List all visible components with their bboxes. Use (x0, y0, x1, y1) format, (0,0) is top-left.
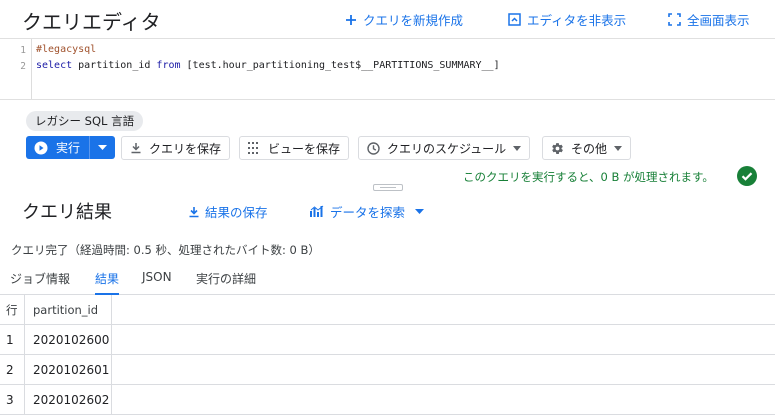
schedule-query-button[interactable]: クエリのスケジュール (358, 136, 531, 160)
save-results-button[interactable]: 結果の保存 (188, 202, 268, 221)
grid-icon (248, 142, 258, 154)
from-keyword: from (156, 60, 181, 71)
save-query-button[interactable]: クエリを保存 (121, 136, 231, 160)
line-number: 2 (20, 61, 26, 72)
caret-down-icon (614, 145, 623, 151)
new-query-label: クエリを新規作成 (363, 13, 464, 28)
code-line-2: select partition_id from [test.hour_part… (36, 60, 500, 71)
download-icon (131, 143, 141, 154)
tab-results[interactable]: 結果 (95, 270, 120, 295)
new-query-button[interactable]: クエリを新規作成 (345, 10, 463, 29)
download-icon (189, 206, 199, 217)
caret-down-icon (513, 145, 522, 151)
sql-dialect-chip: レガシー SQL 言語 (26, 111, 144, 131)
hide-editor-button[interactable]: エディタを非表示 (508, 10, 626, 29)
plus-icon (346, 14, 356, 25)
results-tabs: ジョブ情報 結果 JSON 実行の詳細 (0, 262, 775, 295)
save-query-label: クエリを保存 (149, 141, 222, 156)
fullscreen-label: 全画面表示 (687, 13, 750, 28)
job-summary: クエリ完了（経過時間: 0.5 秒、処理されたバイト数: 0 B） (11, 243, 320, 257)
table-name: [test.hour_partitioning_test$__PARTITION… (180, 60, 500, 71)
row-number: 2 (6, 362, 14, 377)
table-row: 1 2020102600 (0, 325, 775, 355)
caret-down-icon (415, 209, 425, 214)
tab-execution-details[interactable]: 実行の詳細 (196, 270, 256, 287)
save-results-label: 結果の保存 (205, 205, 268, 220)
run-label: 実行 (56, 141, 81, 155)
code-line-1: #legacysql (36, 44, 96, 55)
collapse-icon (508, 13, 521, 26)
tab-json[interactable]: JSON (142, 270, 172, 284)
hide-editor-label: エディタを非表示 (527, 13, 627, 28)
more-button[interactable]: その他 (542, 136, 632, 160)
more-label: その他 (571, 141, 608, 156)
check-circle-icon (737, 166, 757, 186)
results-title: クエリ結果 (22, 202, 112, 223)
tab-job-info[interactable]: ジョブ情報 (10, 270, 70, 287)
row-number: 1 (6, 332, 14, 347)
validation-status: このクエリを実行すると、0 B が処理されます。 (463, 170, 714, 184)
row-number-header: 行 (6, 302, 18, 317)
clock-icon (367, 141, 380, 155)
table-row: 2 2020102601 (0, 355, 775, 385)
legacysql-comment: #legacysql (36, 44, 97, 55)
run-main[interactable]: 実行 (26, 136, 90, 159)
table-row: 3 2020102602 (0, 385, 775, 415)
explore-data-button[interactable]: データを探索 (310, 202, 425, 221)
resize-handle[interactable] (373, 184, 403, 191)
partition-id-cell: 2020102602 (24, 385, 112, 414)
line-gutter: 1 2 (0, 39, 32, 99)
partition-id-header: partition_id (24, 295, 112, 324)
partition-id-cell: 2020102600 (24, 325, 112, 354)
partition-id-cell: 2020102601 (24, 355, 112, 384)
results-table: 行 partition_id 1 2020102600 2 2020102601… (0, 295, 775, 415)
save-view-label: ビューを保存 (268, 141, 341, 156)
table-header-row: 行 partition_id (0, 295, 775, 325)
line-number: 1 (20, 45, 26, 56)
chart-icon (310, 205, 324, 217)
fullscreen-icon (668, 13, 681, 26)
schedule-label: クエリのスケジュール (387, 141, 507, 156)
run-button[interactable]: 実行 (26, 136, 115, 159)
caret-down-icon (98, 145, 107, 150)
explore-data-label: データを探索 (330, 205, 406, 220)
select-keyword: select (36, 60, 73, 71)
row-number: 3 (6, 392, 14, 407)
play-icon (34, 141, 48, 154)
run-dropdown[interactable] (90, 136, 115, 159)
page-title: クエリエディタ (22, 10, 161, 34)
fullscreen-button[interactable]: 全画面表示 (668, 10, 750, 29)
column-name: partition_id (72, 60, 157, 71)
sql-editor[interactable]: 1 2 #legacysql select partition_id from … (0, 38, 775, 100)
gear-icon (552, 142, 563, 154)
save-view-button[interactable]: ビューを保存 (239, 136, 350, 160)
